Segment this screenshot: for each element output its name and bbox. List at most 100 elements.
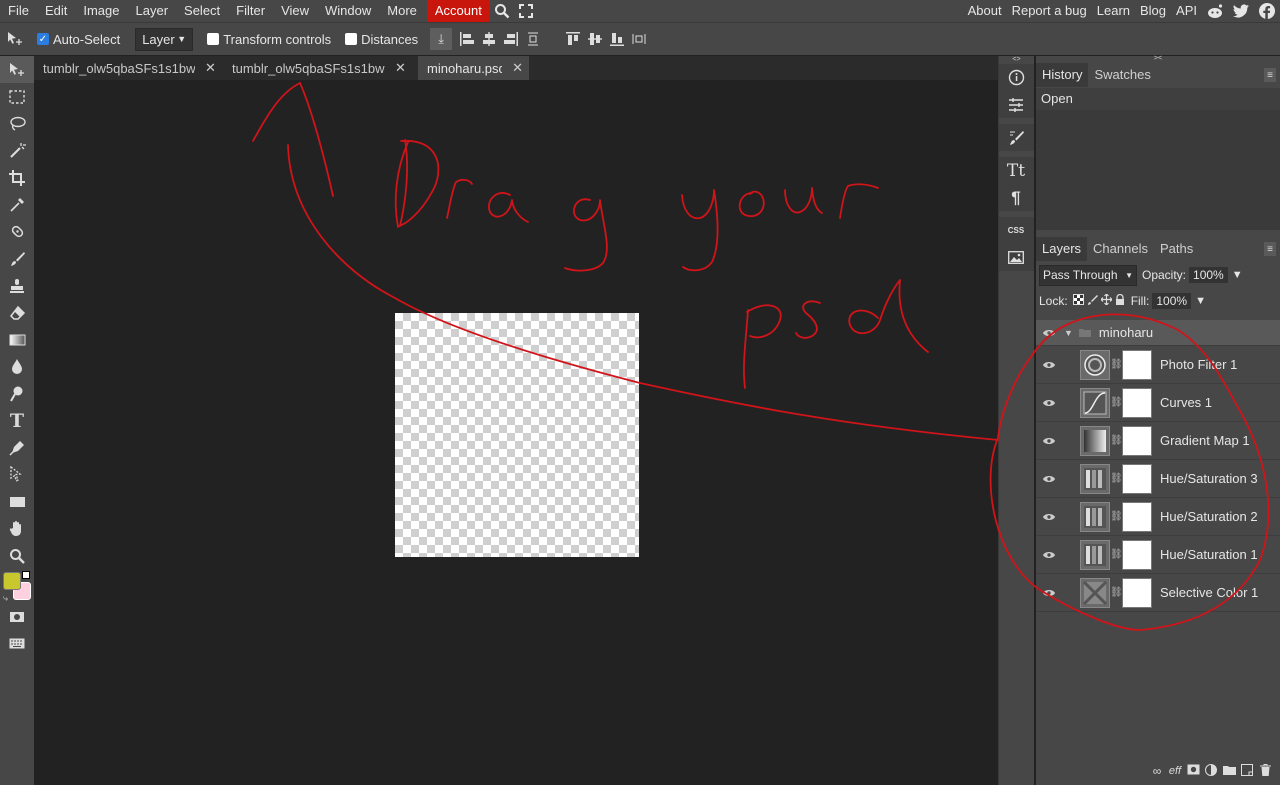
panel-menu-icon[interactable]: ≡	[1264, 242, 1276, 256]
fill-dropdown-icon[interactable]: ▼	[1195, 295, 1206, 307]
brush-icon[interactable]	[0, 245, 34, 272]
distribute-vertical-icon[interactable]	[628, 28, 650, 50]
eye-icon[interactable]	[1036, 586, 1062, 600]
pen-tool-icon[interactable]	[0, 434, 34, 461]
panel-menu-icon[interactable]: ≡	[1264, 68, 1276, 82]
eye-icon[interactable]	[1036, 434, 1062, 448]
lock-transparency-icon[interactable]	[1072, 294, 1084, 308]
menu-edit[interactable]: Edit	[37, 0, 75, 22]
history-item[interactable]: Open	[1036, 88, 1280, 110]
tab-channels[interactable]: Channels	[1087, 237, 1154, 261]
download-icon[interactable]: ⤓	[430, 28, 453, 50]
menu-api[interactable]: API	[1171, 0, 1202, 22]
menu-learn[interactable]: Learn	[1092, 0, 1135, 22]
rectangle-shape-icon[interactable]	[0, 488, 34, 515]
zoom-tool-icon[interactable]	[0, 542, 34, 569]
menu-select[interactable]: Select	[176, 0, 228, 22]
quick-mask-icon[interactable]	[0, 603, 34, 630]
link-icon[interactable]: ⛓	[1110, 397, 1123, 408]
menu-about[interactable]: About	[963, 0, 1007, 22]
layer-mask-thumbnail[interactable]	[1122, 425, 1152, 456]
new-group-icon[interactable]	[1220, 764, 1238, 778]
type-tool-icon[interactable]: T	[0, 407, 34, 434]
distribute-horizontal-icon[interactable]	[522, 28, 544, 50]
menu-file[interactable]: File	[0, 0, 37, 22]
layer-mask-thumbnail[interactable]	[1122, 501, 1152, 532]
hand-tool-icon[interactable]	[0, 515, 34, 542]
tab-swatches[interactable]: Swatches	[1088, 63, 1156, 87]
close-icon[interactable]: ✕	[205, 60, 216, 76]
align-bottom-icon[interactable]	[606, 28, 628, 50]
eye-icon[interactable]	[1036, 472, 1062, 486]
layer-row[interactable]: ⛓ Selective Color 1	[1036, 574, 1280, 612]
layer-mask-thumbnail[interactable]	[1122, 577, 1152, 608]
move-tool-icon[interactable]	[0, 56, 34, 83]
eye-icon[interactable]	[1036, 396, 1062, 410]
layer-mask-thumbnail[interactable]	[1122, 539, 1152, 570]
info-icon[interactable]	[999, 64, 1033, 91]
lock-position-icon[interactable]	[1099, 293, 1113, 308]
align-right-icon[interactable]	[500, 28, 522, 50]
menu-more[interactable]: More	[379, 0, 425, 22]
lock-all-icon[interactable]	[1115, 293, 1125, 308]
account-button[interactable]: Account	[426, 0, 490, 22]
layer-row[interactable]: ⛓ Hue/Saturation 2	[1036, 498, 1280, 536]
layer-mask-thumbnail[interactable]	[1122, 387, 1152, 418]
layer-mask-thumbnail[interactable]	[1122, 463, 1152, 494]
lock-pixels-icon[interactable]	[1087, 294, 1098, 308]
transform-controls-checkbox[interactable]: Transform controls	[207, 32, 331, 47]
menu-view[interactable]: View	[273, 0, 317, 22]
menu-layer[interactable]: Layer	[128, 0, 177, 22]
layer-row[interactable]: ⛓ Gradient Map 1	[1036, 422, 1280, 460]
twitter-icon[interactable]	[1228, 0, 1254, 22]
marquee-select-icon[interactable]	[0, 83, 34, 110]
eraser-icon[interactable]	[0, 299, 34, 326]
crop-icon[interactable]	[0, 164, 34, 191]
close-icon[interactable]: ✕	[512, 60, 523, 76]
add-mask-icon[interactable]	[1184, 764, 1202, 778]
blend-mode-select[interactable]: Pass Through ▼	[1039, 264, 1137, 286]
layer-group-row[interactable]: ▼ minoharu	[1036, 320, 1280, 346]
menu-blog[interactable]: Blog	[1135, 0, 1171, 22]
caret-down-icon[interactable]: ▼	[1064, 328, 1073, 338]
clone-stamp-icon[interactable]	[0, 272, 34, 299]
keyboard-icon[interactable]	[0, 630, 34, 657]
opacity-dropdown-icon[interactable]: ▼	[1232, 269, 1243, 281]
layer-row[interactable]: ⛓ Hue/Saturation 3	[1036, 460, 1280, 498]
align-top-icon[interactable]	[562, 28, 584, 50]
document-canvas[interactable]	[395, 313, 639, 557]
layer-mask-thumbnail[interactable]	[1122, 349, 1152, 380]
eye-icon[interactable]	[1036, 510, 1062, 524]
reset-colors-icon[interactable]: ⤷	[3, 593, 8, 604]
layer-select[interactable]: Layer ▼	[135, 27, 194, 51]
link-icon[interactable]: ⛓	[1110, 511, 1123, 522]
brush-settings-icon[interactable]	[999, 124, 1033, 151]
align-middle-icon[interactable]	[584, 28, 606, 50]
reddit-icon[interactable]	[1202, 0, 1228, 22]
menu-window[interactable]: Window	[317, 0, 379, 22]
layer-row[interactable]: ⛓ Photo Filter 1	[1036, 346, 1280, 384]
link-layers-icon[interactable]: ∞	[1148, 764, 1166, 778]
link-icon[interactable]: ⛓	[1110, 473, 1123, 484]
image-icon[interactable]	[999, 244, 1033, 271]
search-icon[interactable]	[490, 0, 514, 22]
adjustment-layer-icon[interactable]	[1202, 763, 1220, 779]
auto-select-checkbox[interactable]: ✓ Auto-Select	[37, 32, 120, 47]
facebook-icon[interactable]	[1254, 0, 1280, 22]
eye-icon[interactable]	[1036, 358, 1062, 372]
css-icon[interactable]: CSS	[999, 217, 1033, 244]
eye-icon[interactable]	[1036, 326, 1062, 340]
link-icon[interactable]: ⛓	[1110, 549, 1123, 560]
close-icon[interactable]: ✕	[395, 60, 406, 76]
eye-icon[interactable]	[1036, 548, 1062, 562]
lasso-icon[interactable]	[0, 110, 34, 137]
align-left-icon[interactable]	[456, 28, 478, 50]
tab-document-1[interactable]: tumblr_olw5qbaSFs1s1bwvo ✕	[34, 56, 223, 80]
align-center-icon[interactable]	[478, 28, 500, 50]
link-icon[interactable]: ⛓	[1110, 587, 1123, 598]
link-icon[interactable]: ⛓	[1110, 359, 1123, 370]
tab-paths[interactable]: Paths	[1154, 237, 1199, 261]
eyedropper-icon[interactable]	[0, 191, 34, 218]
tab-layers[interactable]: Layers	[1036, 237, 1088, 261]
paragraph-icon[interactable]: ¶	[999, 184, 1033, 211]
